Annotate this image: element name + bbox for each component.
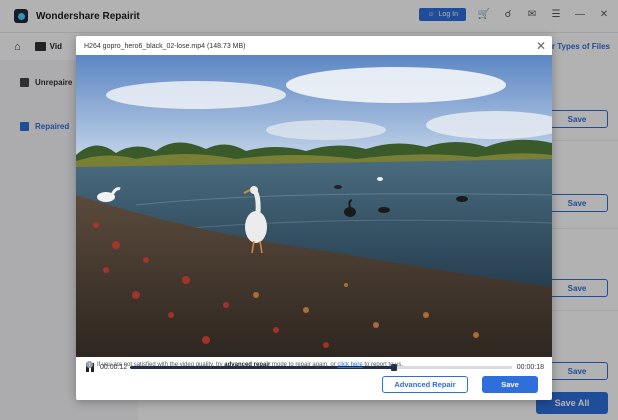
notice-text: If you are not satisfied with the video … [97,361,404,368]
info-icon: i [86,361,93,368]
quality-notice: i If you are not satisfied with the vide… [86,361,403,368]
dialog-title: H264 gopro_hero6_black_02-lose.mp4 (148.… [84,43,246,50]
advanced-repair-button[interactable]: Advanced Repair [382,376,468,393]
video-frame[interactable] [76,55,552,357]
save-button[interactable]: Save [482,376,538,393]
video-preview-dialog: H264 gopro_hero6_black_02-lose.mp4 (148.… [76,36,552,400]
report-link[interactable]: click here [337,362,362,368]
close-icon[interactable]: ✕ [536,39,546,53]
video-scene-image [76,55,552,357]
total-time: 00:00:18 [516,363,544,371]
